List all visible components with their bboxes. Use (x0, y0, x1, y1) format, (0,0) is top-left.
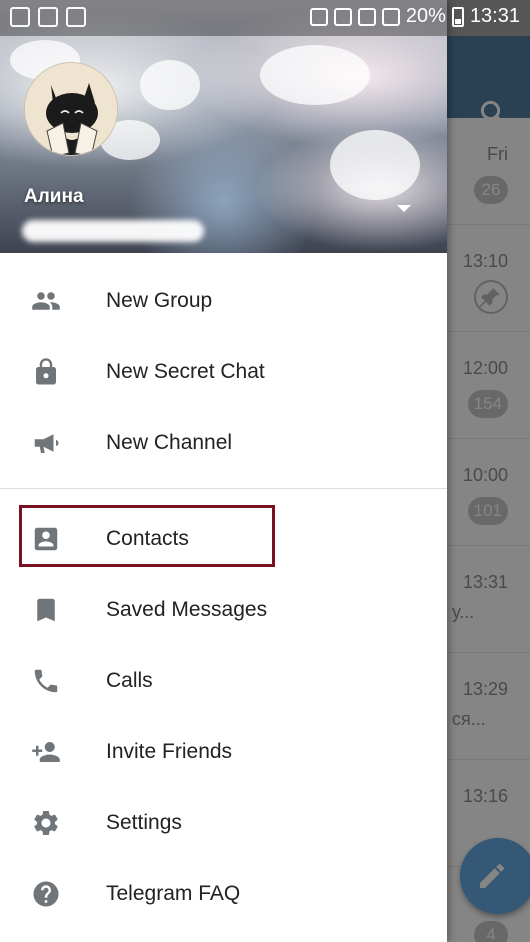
menu-item-calls[interactable]: Calls (0, 645, 447, 716)
menu-label: Settings (106, 810, 182, 834)
help-icon (30, 878, 62, 910)
lock-icon (30, 356, 62, 388)
menu-item-telegram-faq[interactable]: Telegram FAQ (0, 858, 447, 929)
add-person-icon (30, 736, 62, 768)
status-bar: 20% 13:31 (0, 0, 530, 36)
drawer-header: Алина (0, 0, 447, 253)
menu-label: New Secret Chat (106, 359, 265, 383)
menu-label: Saved Messages (106, 597, 268, 621)
drawer-menu: New Group New Secret Chat New Channel Co… (0, 253, 447, 929)
gear-icon (30, 807, 62, 839)
sim-icon (357, 7, 376, 26)
menu-item-settings[interactable]: Settings (0, 787, 447, 858)
menu-label: New Channel (106, 430, 233, 454)
phone-icon (30, 665, 62, 697)
menu-item-new-channel[interactable]: New Channel (0, 407, 447, 478)
menu-label: New Group (106, 288, 213, 312)
notification-icon (10, 7, 30, 27)
user-name: Алина (24, 186, 84, 207)
account-switch-arrow-icon[interactable] (397, 205, 411, 212)
header-background (260, 45, 370, 105)
cat-avatar-image (25, 63, 117, 155)
signal-icon (381, 7, 400, 26)
group-icon (30, 285, 62, 317)
bookmark-icon (30, 594, 62, 626)
megaphone-icon (30, 427, 62, 459)
menu-label: Telegram FAQ (106, 881, 241, 905)
battery-percent: 20% (405, 5, 446, 27)
header-background (140, 60, 200, 110)
wifi-icon (333, 7, 352, 26)
mail-icon (66, 7, 86, 27)
phone-number-redacted (22, 220, 204, 242)
menu-item-new-secret-chat[interactable]: New Secret Chat (0, 336, 447, 407)
menu-item-invite-friends[interactable]: Invite Friends (0, 716, 447, 787)
header-background (330, 130, 420, 200)
navigation-drawer: Алина New Group New Secret Chat New Chan… (0, 0, 447, 942)
image-icon (38, 7, 58, 27)
alarm-icon (309, 7, 328, 26)
menu-divider (0, 488, 447, 489)
menu-item-new-group[interactable]: New Group (0, 265, 447, 336)
battery-icon (451, 6, 464, 27)
avatar[interactable] (24, 62, 118, 156)
menu-item-saved-messages[interactable]: Saved Messages (0, 574, 447, 645)
menu-label: Invite Friends (106, 739, 233, 763)
clock: 13:31 (469, 5, 520, 27)
menu-label: Calls (106, 668, 153, 692)
contacts-highlight-annotation (19, 505, 275, 567)
